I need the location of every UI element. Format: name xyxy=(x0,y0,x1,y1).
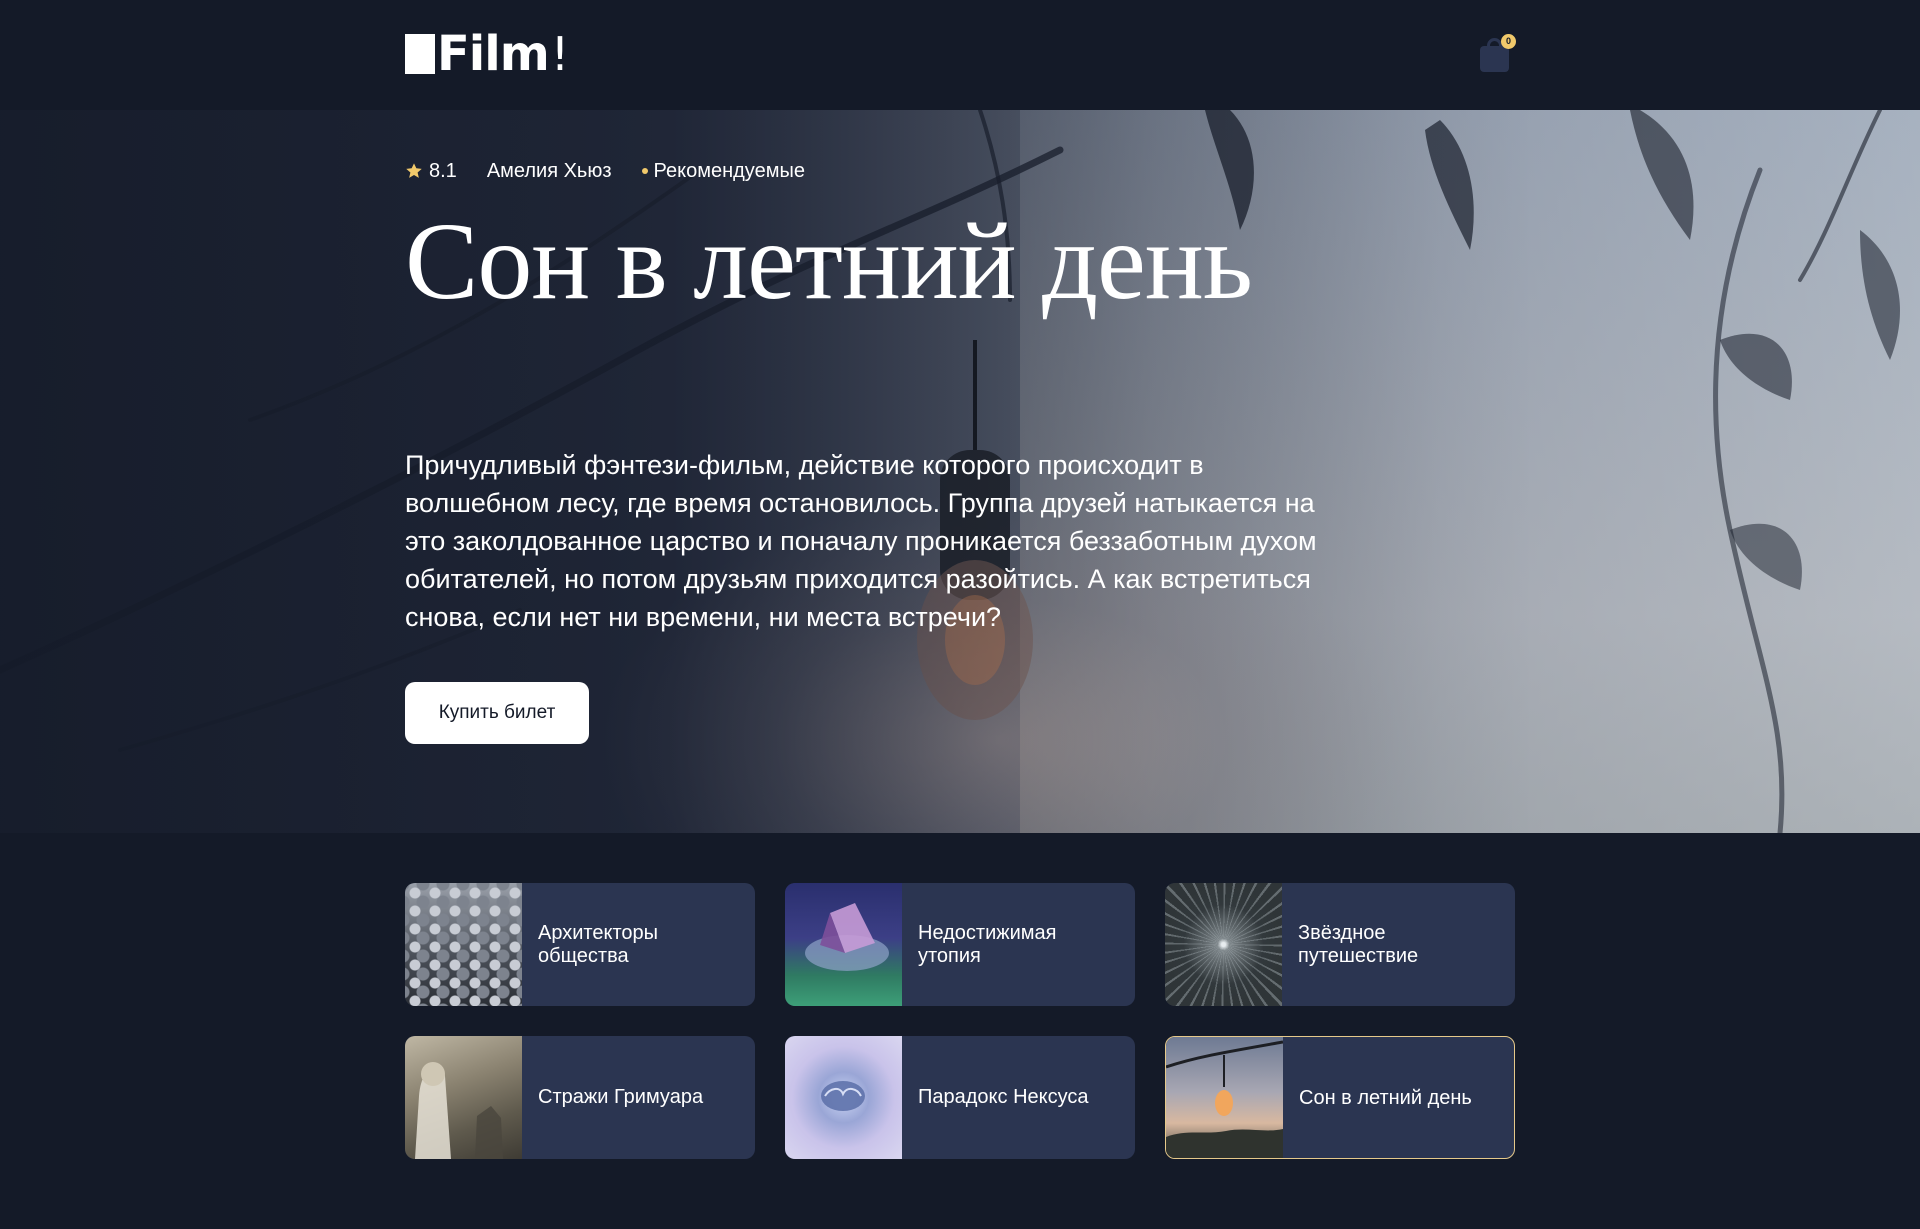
star-icon xyxy=(406,163,422,178)
light-bulb-thumbnail-illustration xyxy=(1166,1040,1284,1158)
logo-exclamation: ! xyxy=(550,27,570,81)
movie-card-title: Архитекторы общества xyxy=(538,921,658,967)
movie-thumbnail xyxy=(405,1036,522,1159)
movie-card[interactable]: Архитекторы общества xyxy=(405,883,755,1006)
movie-thumbnail xyxy=(1165,883,1282,1006)
hero-banner: 8.1 Амелия Хьюз Рекомендуемые Сон в летн… xyxy=(0,110,1920,833)
cart-button[interactable]: 0 xyxy=(1479,34,1516,72)
top-bar: Film ! 0 xyxy=(0,0,1920,110)
movie-card-active[interactable]: Сон в летний день xyxy=(1165,1036,1515,1159)
logo-text: Film xyxy=(437,26,550,82)
guardian-statue-illustration xyxy=(415,1062,503,1159)
movie-title: Сон в летний день xyxy=(405,200,1253,322)
movie-cards: Архитекторы общества Недостижимая утопия… xyxy=(405,883,1515,1159)
prism-illustration xyxy=(805,903,889,971)
movie-card[interactable]: Стражи Гримуара xyxy=(405,1036,755,1159)
movie-thumbnail xyxy=(785,1036,902,1159)
logo[interactable]: Film ! xyxy=(405,30,569,78)
tag-dot-icon xyxy=(641,168,648,174)
movie-card-title: Сон в летний день xyxy=(1299,1087,1472,1109)
movie-thumbnail xyxy=(785,883,902,1006)
author-name: Амелия Хьюз xyxy=(486,159,612,182)
buy-ticket-button[interactable]: Купить билет xyxy=(405,682,589,744)
hero-meta: 8.1 Амелия Хьюз Рекомендуемые xyxy=(405,158,805,184)
cart-count-badge: 0 xyxy=(1501,34,1516,49)
movie-card-title: Звёздное путешествие xyxy=(1298,921,1419,967)
movie-card[interactable]: Парадокс Нексуса xyxy=(785,1036,1135,1159)
movie-card-title: Стражи Гримуара xyxy=(538,1086,704,1108)
movie-card[interactable]: Звёздное путешествие xyxy=(1165,883,1515,1006)
movie-description: Причудливый фэнтези-фильм, действие кото… xyxy=(405,450,1317,632)
tag-label: Рекомендуемые xyxy=(653,159,805,182)
brain-illustration xyxy=(821,1081,865,1111)
rating-value: 8.1 xyxy=(429,159,457,182)
movie-card-title: Недостижимая утопия xyxy=(918,921,1057,967)
logo-mark-icon xyxy=(405,34,435,74)
shopping-bag-icon xyxy=(1480,46,1509,72)
movie-card-title: Парадокс Нексуса xyxy=(918,1086,1089,1108)
movie-card[interactable]: Недостижимая утопия xyxy=(785,883,1135,1006)
movie-thumbnail xyxy=(1166,1037,1284,1158)
movie-thumbnail xyxy=(405,883,522,1006)
